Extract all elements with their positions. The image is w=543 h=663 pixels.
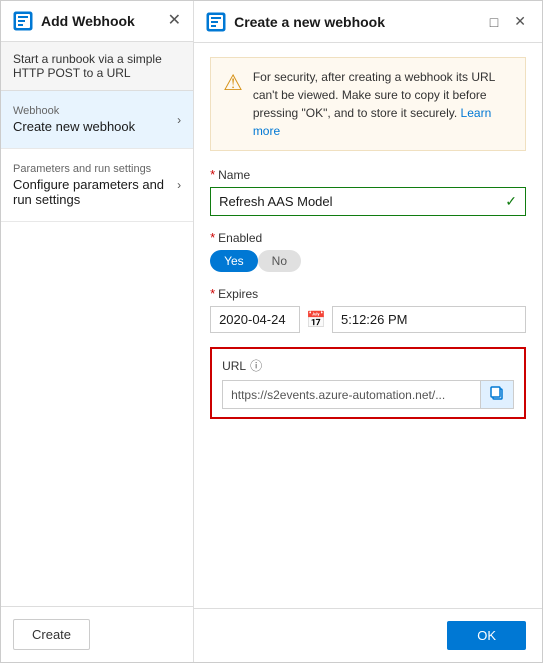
url-input[interactable] [223,383,480,407]
warning-icon: ⚠ [223,70,243,96]
required-star-name: * [210,167,215,182]
nav-item-webhook[interactable]: Webhook Create new webhook › [1,91,193,149]
url-input-row [222,380,514,409]
chevron-right-icon-1: › [177,178,181,192]
minimize-button[interactable]: □ [486,12,502,32]
webhook-icon-left [13,11,33,31]
nav-item-parameters-content: Parameters and run settings Configure pa… [13,163,171,207]
nav-item-webhook-content: Webhook Create new webhook [13,105,171,134]
enabled-field: * Enabled Yes No [210,230,526,272]
copy-url-button[interactable] [480,381,513,408]
toggle-yes-button[interactable]: Yes [210,250,258,272]
right-panel: Create a new webhook □ ✕ ⚠ For security,… [194,1,542,662]
toggle-group: Yes No [210,250,526,272]
nav-item-parameters-title: Configure parameters and run settings [13,177,171,207]
expires-label: * Expires [210,286,526,301]
expires-row: 📅 [210,306,526,333]
left-footer: Create [1,606,193,662]
nav-item-webhook-label: Webhook [13,105,171,117]
nav-item-parameters[interactable]: Parameters and run settings Configure pa… [1,149,193,222]
expires-field: * Expires 📅 [210,286,526,333]
right-content: ⚠ For security, after creating a webhook… [194,43,542,608]
close-button-right[interactable]: ✕ [510,11,530,32]
warning-box: ⚠ For security, after creating a webhook… [210,57,526,151]
expires-time-input[interactable] [332,306,526,333]
info-icon[interactable]: ⓘ [250,357,262,374]
nav-item-webhook-title: Create new webhook [13,119,171,134]
calendar-icon[interactable]: 📅 [306,310,326,330]
url-label-row: URL ⓘ [222,357,514,374]
right-header: Create a new webhook □ ✕ [194,1,542,43]
required-star-expires: * [210,286,215,301]
valid-check-icon: ✓ [505,193,517,210]
right-header-actions: □ ✕ [486,11,530,32]
chevron-right-icon-0: › [177,113,181,127]
url-label: URL [222,359,246,373]
webhook-icon-right [206,12,226,32]
copy-icon [489,385,505,401]
warning-text: For security, after creating a webhook i… [253,68,513,140]
url-section: URL ⓘ [210,347,526,419]
left-subtitle: Start a runbook via a simple HTTP POST t… [1,42,193,91]
right-panel-title: Create a new webhook [234,14,385,30]
toggle-no-button[interactable]: No [258,250,301,272]
right-footer: OK [194,608,542,662]
left-panel: Add Webhook ✕ Start a runbook via a simp… [1,1,194,662]
close-button-left[interactable]: ✕ [168,13,181,29]
nav-item-parameters-label: Parameters and run settings [13,163,171,175]
name-field: * Name Refresh AAS Model ✓ [210,167,526,216]
enabled-label: * Enabled [210,230,526,245]
expires-date-input[interactable] [210,306,300,333]
ok-button[interactable]: OK [447,621,526,650]
required-star-enabled: * [210,230,215,245]
create-button[interactable]: Create [13,619,90,650]
name-label: * Name [210,167,526,182]
left-panel-title: Add Webhook [41,13,135,29]
name-input-display[interactable]: Refresh AAS Model ✓ [210,187,526,216]
left-header: Add Webhook ✕ [1,1,193,42]
